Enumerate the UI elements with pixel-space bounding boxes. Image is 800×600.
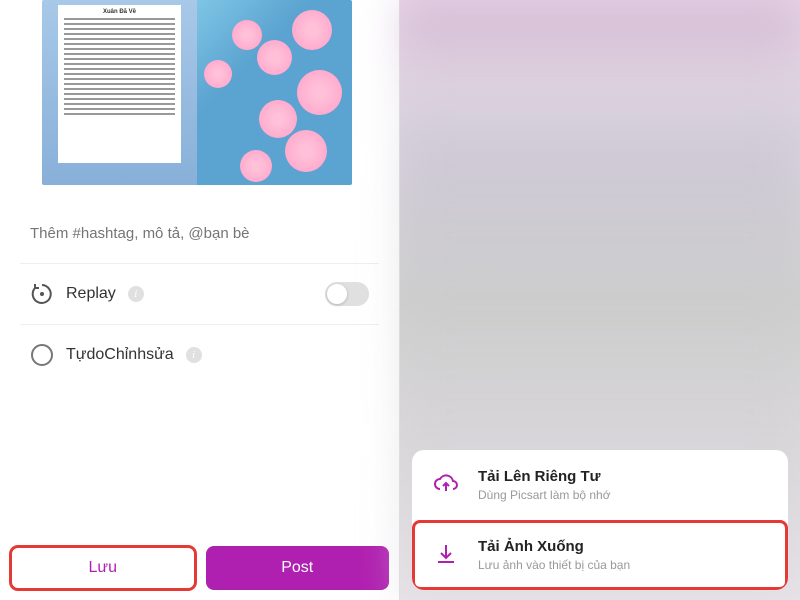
save-button-label: Lưu	[88, 559, 117, 577]
post-button[interactable]: Post	[206, 546, 390, 590]
info-icon[interactable]: i	[186, 347, 202, 363]
action-sheet: Tải Lên Riêng Tư Dùng Picsart làm bộ nhớ…	[412, 450, 788, 590]
preview-sheet-music: Xuân Đã Về	[42, 0, 197, 185]
free-edit-option-row[interactable]: TựdoChỉnhsửa i	[0, 325, 399, 385]
post-button-label: Post	[281, 559, 313, 577]
download-item[interactable]: Tải Ảnh Xuống Lưu ảnh vào thiết bị của b…	[412, 520, 788, 590]
cloud-upload-icon	[432, 471, 460, 499]
replay-label: Replay	[66, 285, 116, 303]
toggle-knob	[327, 284, 347, 304]
download-subtitle: Lưu ảnh vào thiết bị của bạn	[478, 558, 630, 572]
circle-icon	[30, 343, 54, 367]
save-options-panel: Tải Lên Riêng Tư Dùng Picsart làm bộ nhớ…	[400, 0, 800, 600]
upload-private-item[interactable]: Tải Lên Riêng Tư Dùng Picsart làm bộ nhớ	[412, 450, 788, 520]
info-icon[interactable]: i	[128, 286, 144, 302]
upload-private-title: Tải Lên Riêng Tư	[478, 468, 611, 485]
upload-private-text: Tải Lên Riêng Tư Dùng Picsart làm bộ nhớ	[478, 468, 611, 502]
replay-option-row[interactable]: Replay i	[0, 264, 399, 324]
share-panel: Xuân Đã Về Rep	[0, 0, 400, 600]
preview-image[interactable]: Xuân Đã Về	[42, 0, 352, 185]
replay-toggle[interactable]	[325, 282, 369, 306]
hashtag-input[interactable]	[30, 225, 369, 242]
free-edit-label: TựdoChỉnhsửa	[66, 346, 174, 364]
sheet-title: Xuân Đã Về	[62, 9, 177, 16]
download-title: Tải Ảnh Xuống	[478, 538, 630, 555]
upload-private-subtitle: Dùng Picsart làm bộ nhớ	[478, 488, 611, 502]
save-button[interactable]: Lưu	[10, 546, 196, 590]
download-text: Tải Ảnh Xuống Lưu ảnh vào thiết bị của b…	[478, 538, 630, 572]
replay-icon	[30, 282, 54, 306]
hashtag-section	[0, 185, 399, 263]
bottom-button-bar: Lưu Post	[0, 536, 399, 600]
download-icon	[432, 541, 460, 569]
